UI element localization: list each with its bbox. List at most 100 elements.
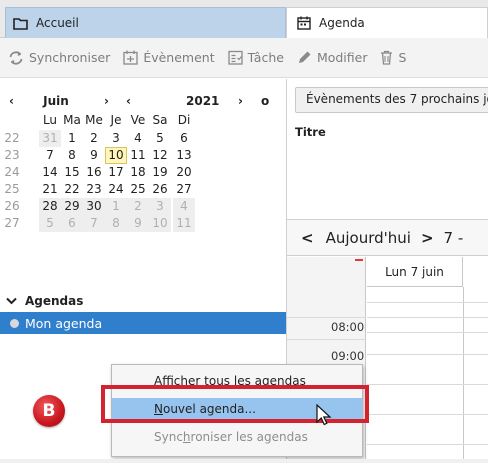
calendar-day[interactable]: 14: [39, 164, 61, 181]
date-range-label: 7 -: [443, 228, 464, 247]
calendar-day[interactable]: 20: [173, 164, 195, 181]
calendar-day[interactable]: 8: [61, 147, 83, 164]
calendar-day[interactable]: 15: [61, 164, 83, 181]
calendar-day[interactable]: 11: [173, 215, 195, 232]
next-period-button[interactable]: >: [421, 229, 434, 247]
calendar-day-today[interactable]: 10: [105, 147, 127, 164]
hour-line: [287, 317, 366, 318]
new-event-button[interactable]: Évènement: [123, 50, 215, 65]
edit-label: Modifier: [316, 50, 368, 65]
task-label: Tâche: [247, 50, 284, 65]
calendar-day[interactable]: 3: [105, 130, 127, 147]
calendar-day[interactable]: 30: [83, 198, 105, 215]
calendar-day[interactable]: 12: [149, 147, 171, 164]
today-button[interactable]: o: [261, 94, 269, 108]
sync-label: Synchroniser: [29, 50, 111, 65]
tab-bar: Accueil Agenda: [0, 0, 488, 38]
weekday-header: Ve: [130, 113, 146, 127]
week-number: 26: [4, 199, 20, 213]
day-navigation: < Aujourd'hui > 7 -: [287, 220, 488, 256]
calendar-day[interactable]: 16: [83, 164, 105, 181]
prev-period-button[interactable]: <: [301, 229, 314, 247]
menu-item-sync-agendas[interactable]: Synchroniser les agendas: [112, 426, 362, 448]
pencil-icon: [297, 50, 312, 65]
hour-line: [367, 444, 488, 445]
event-label: Évènement: [143, 50, 215, 65]
week-number: 27: [4, 216, 20, 230]
year-label[interactable]: 2021: [186, 94, 219, 108]
week-row: 27 5 6 7 8 9 10 11: [0, 215, 286, 232]
sync-icon: [8, 50, 24, 65]
calendar-day[interactable]: 5: [39, 215, 61, 232]
tab-label: Accueil: [36, 16, 79, 30]
upcoming-events-button[interactable]: Évènements des 7 prochains jours: [295, 87, 488, 113]
title-column-header[interactable]: Titre: [295, 125, 326, 139]
today-nav-button[interactable]: Aujourd'hui: [326, 229, 411, 247]
calendar-day[interactable]: 6: [173, 130, 195, 147]
calendar-day[interactable]: 1: [61, 130, 83, 147]
calendar-icon: [297, 16, 311, 30]
month-label[interactable]: Juin: [36, 94, 76, 108]
day-header[interactable]: Lun 7 juin: [367, 257, 463, 287]
prev-year-button[interactable]: ‹: [126, 94, 131, 108]
calendar-day[interactable]: 4: [173, 198, 195, 215]
calendar-day[interactable]: 9: [83, 147, 105, 164]
tab-accueil[interactable]: Accueil: [5, 7, 286, 38]
calendar-day[interactable]: 13: [173, 147, 195, 164]
minicalendar-nav: ‹ Juin › ‹ 2021 › o: [0, 91, 286, 111]
hour-line: [367, 384, 488, 385]
day-divider: [463, 287, 464, 463]
calendar-day[interactable]: 5: [149, 130, 171, 147]
calendar-day[interactable]: 3: [149, 198, 171, 215]
calendar-day[interactable]: 11: [127, 147, 149, 164]
hour-line: [367, 317, 488, 318]
calendar-day[interactable]: 10: [149, 215, 171, 232]
sync-button[interactable]: Synchroniser: [8, 50, 110, 65]
calendar-day[interactable]: 8: [105, 215, 127, 232]
calendar-day[interactable]: 7: [83, 215, 105, 232]
calendar-day[interactable]: 2: [83, 130, 105, 147]
calendar-day[interactable]: 25: [127, 181, 149, 198]
prev-month-button[interactable]: ‹: [9, 94, 14, 108]
agenda-item[interactable]: Mon agenda: [0, 312, 286, 334]
week-row: 25 21 22 23 24 25 26 27: [0, 181, 286, 198]
week-number: 24: [4, 165, 20, 179]
calendar-day[interactable]: 18: [127, 164, 149, 181]
calendar-day[interactable]: 27: [173, 181, 195, 198]
new-task-button[interactable]: Tâche: [227, 50, 284, 65]
folder-icon: [13, 17, 28, 30]
hour-line: [367, 332, 488, 333]
trash-icon: [380, 50, 393, 65]
calendar-day[interactable]: 26: [149, 181, 171, 198]
calendar-day[interactable]: 6: [61, 215, 83, 232]
delete-button[interactable]: S: [380, 50, 406, 65]
weekday-header: Je: [110, 113, 122, 127]
calendar-day[interactable]: 31: [39, 130, 61, 147]
weekday-header-row: Lu Ma Me Je Ve Sa Di: [0, 112, 286, 129]
edit-button[interactable]: Modifier: [297, 50, 368, 65]
week-row: 23 7 8 9 10 11 12 13: [0, 147, 286, 164]
event-icon: [123, 50, 138, 65]
calendar-day[interactable]: 9: [127, 215, 149, 232]
calendar-day[interactable]: 24: [105, 181, 127, 198]
next-year-button[interactable]: ›: [238, 94, 243, 108]
calendar-day[interactable]: 19: [149, 164, 171, 181]
calendar-day[interactable]: 28: [39, 198, 61, 215]
next-month-button[interactable]: ›: [104, 94, 109, 108]
week-row: 26 28 29 30 1 2 3 4: [0, 198, 286, 215]
calendar-day[interactable]: 7: [39, 147, 61, 164]
menu-item-label: Synchroniser les agendas: [154, 430, 308, 444]
calendar-day[interactable]: 2: [127, 198, 149, 215]
calendar-day[interactable]: 4: [127, 130, 149, 147]
calendar-day[interactable]: 1: [105, 198, 127, 215]
tab-agenda[interactable]: Agenda: [286, 7, 488, 38]
calendar-day[interactable]: 17: [105, 164, 127, 181]
weekday-header: Lu: [42, 113, 58, 127]
weekday-header: Sa: [152, 113, 168, 127]
calendar-day[interactable]: 21: [39, 181, 61, 198]
agendas-heading[interactable]: Agendas: [6, 294, 83, 308]
calendar-day[interactable]: 22: [61, 181, 83, 198]
task-icon: [227, 50, 243, 65]
calendar-day[interactable]: 23: [83, 181, 105, 198]
calendar-day[interactable]: 29: [61, 198, 83, 215]
